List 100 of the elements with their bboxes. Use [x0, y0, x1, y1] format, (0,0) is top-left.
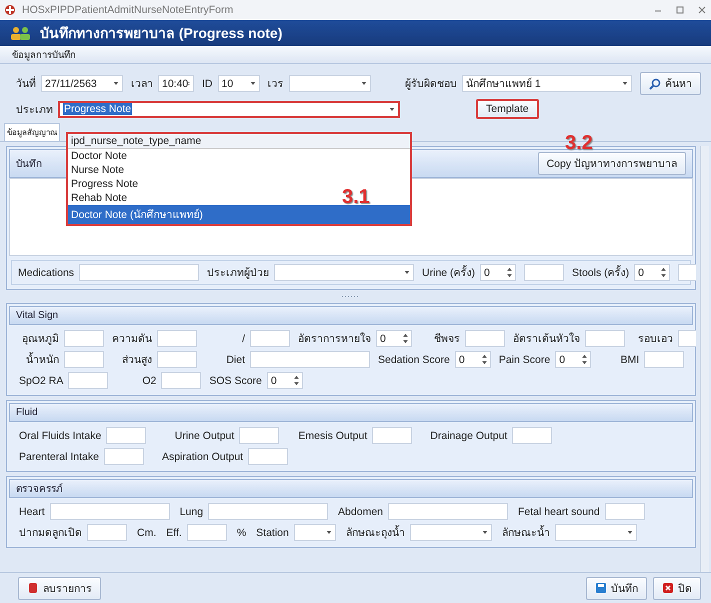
dropdown-option[interactable]: Nurse Note	[68, 163, 128, 177]
panel-title: บันทึก	[16, 158, 42, 171]
trash-icon	[27, 582, 39, 594]
dropdown-field[interactable]	[274, 264, 414, 281]
dropdown-option[interactable]: Doctor Note (นักศึกษาแพทย์)	[68, 205, 410, 224]
text-field[interactable]	[64, 330, 104, 347]
text-field[interactable]	[157, 330, 197, 347]
text-field[interactable]	[50, 503, 170, 520]
dropdown-arrow-icon	[404, 270, 410, 275]
text-field[interactable]	[64, 351, 104, 368]
dropdown-field[interactable]	[410, 524, 492, 541]
text-field[interactable]	[388, 503, 508, 520]
field-label: Drainage Output	[430, 430, 508, 442]
text-field[interactable]	[248, 448, 288, 465]
field-label: วันที่	[16, 75, 36, 92]
spin-field[interactable]: 0	[266, 372, 303, 389]
field-label: Eff.	[166, 526, 182, 538]
close-icon[interactable]	[697, 5, 707, 15]
save-button[interactable]: บันทึก	[586, 576, 647, 600]
spinner-icon	[582, 354, 588, 365]
field-label: /	[241, 332, 245, 344]
close-icon	[662, 582, 674, 594]
field-label: Oral Fluids Intake	[19, 430, 102, 442]
field-label: O2	[141, 374, 156, 386]
dropdown-arrow-icon	[622, 81, 628, 86]
window-title: HOSxPIPDPatientAdmitNurseNoteEntryForm	[22, 4, 234, 16]
field-label: Aspiration Output	[162, 450, 244, 462]
text-field[interactable]	[524, 264, 564, 281]
spin-field[interactable]: 0	[376, 330, 412, 347]
dropdown-field[interactable]	[554, 524, 637, 541]
dropdown-arrow-icon	[626, 530, 633, 535]
dropdown-field[interactable]: นักศึกษาแพทย์ 1	[462, 75, 632, 92]
field-label: ID	[202, 78, 212, 90]
unit-label: %	[236, 526, 246, 538]
text-field[interactable]	[104, 448, 144, 465]
field-label: ประเภทผู้ป่วย	[207, 266, 270, 281]
text-field[interactable]	[239, 427, 280, 444]
field-label: Urine (ครั้ง)	[422, 264, 476, 281]
field-label: เวลา	[131, 77, 153, 92]
dropdown-field[interactable]: 27/11/2563	[41, 75, 123, 92]
field-label: ลักษณะถุงน้ำ	[346, 524, 405, 541]
dropdown-field[interactable]: 10	[218, 75, 260, 92]
text-field[interactable]	[106, 427, 146, 444]
copy-button[interactable]: Copy ปัญหาทางการพยาบาล	[538, 152, 686, 175]
text-field[interactable]	[585, 330, 625, 347]
text-field[interactable]	[208, 503, 328, 520]
text-field[interactable]	[157, 351, 197, 368]
text-field[interactable]	[161, 372, 202, 389]
maximize-icon[interactable]	[675, 5, 685, 15]
dropdown-arrow-icon	[326, 530, 332, 535]
text-field[interactable]	[512, 427, 552, 444]
text-field[interactable]	[644, 351, 684, 368]
tab[interactable]: ข้อมูลสัญญาณ	[4, 123, 60, 141]
field-label: ปากมดลูกเปิด	[19, 526, 82, 541]
search-icon	[649, 78, 661, 90]
field-label: BMI	[620, 354, 640, 366]
dropdown-option[interactable]: Progress Note	[68, 177, 142, 191]
text-field[interactable]	[250, 351, 370, 368]
spin-field[interactable]: 10:40	[158, 75, 194, 92]
panel-title: Vital Sign	[16, 310, 58, 321]
dropdown-arrow-icon	[360, 81, 366, 86]
field-label: Sedation Score	[378, 354, 450, 366]
field-label: Stools (ครั้ง)	[572, 264, 630, 281]
delete-button[interactable]: ลบรายการ	[18, 576, 101, 600]
dropdown-option[interactable]: Doctor Note	[68, 149, 130, 163]
field-label: รอบเอว	[637, 332, 673, 347]
field-label: Lung	[180, 506, 204, 518]
text-field[interactable]	[79, 264, 200, 281]
spin-field[interactable]: 0	[454, 351, 491, 368]
panel-title: Fluid	[16, 407, 38, 418]
spinner-icon	[661, 267, 666, 278]
field-label: ความดัน	[112, 332, 152, 347]
splitter-grip-icon[interactable]	[341, 295, 361, 298]
spin-field[interactable]: 0	[634, 264, 670, 281]
text-field[interactable]	[465, 330, 505, 347]
field-label: Parenteral Intake	[19, 450, 99, 462]
scrollbar[interactable]	[700, 146, 709, 572]
field-label: ประเภท	[16, 102, 53, 118]
spinner-icon	[482, 354, 487, 365]
dropdown-field[interactable]	[294, 524, 336, 541]
section-title: ข้อมูลการบันทึก	[12, 49, 76, 62]
text-field[interactable]	[68, 372, 108, 389]
dropdown-field[interactable]: Progress Note	[58, 100, 400, 118]
field-label: อัตราการหายใจ	[298, 332, 371, 347]
text-field[interactable]	[604, 503, 645, 520]
dropdown-option[interactable]: Rehab Note	[68, 191, 130, 205]
text-field[interactable]	[87, 524, 127, 541]
field-label: Urine Output	[174, 430, 234, 442]
spin-field[interactable]: 0	[555, 351, 592, 368]
text-field[interactable]	[186, 524, 227, 541]
close-button[interactable]: ปิด	[653, 576, 701, 600]
search-button[interactable]: ค้นหา	[640, 72, 701, 95]
spin-field[interactable]: 0	[480, 264, 516, 281]
annotation-label: 3.2	[565, 132, 593, 155]
text-field[interactable]	[372, 427, 412, 444]
text-field[interactable]	[250, 330, 290, 347]
dropdown-field[interactable]	[288, 75, 370, 92]
field-label: อัตราเต้นหัวใจ	[513, 332, 580, 347]
field-label: Diet	[225, 354, 245, 366]
template-button[interactable]: Template	[476, 99, 539, 119]
